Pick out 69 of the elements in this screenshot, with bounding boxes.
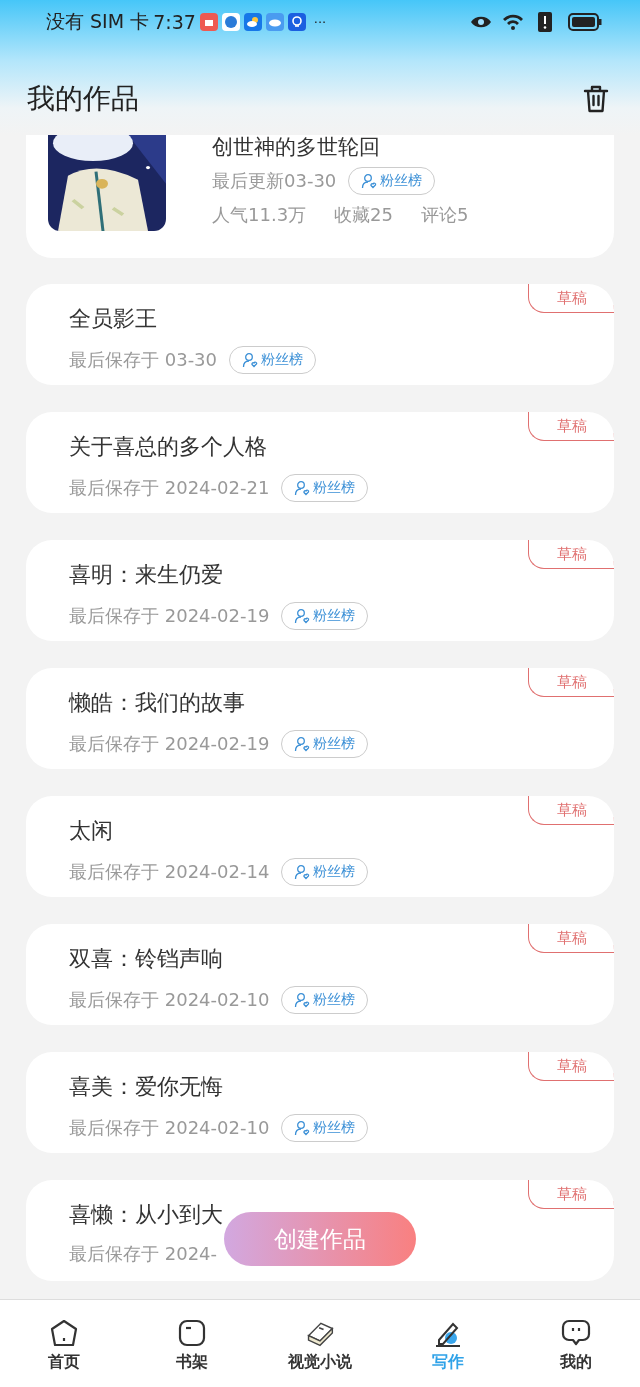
draft-tag: 草稿: [528, 924, 614, 953]
draft-card[interactable]: 草稿 懒皓：我们的故事 最后保存于 2024-02-19 粉丝榜: [26, 668, 614, 769]
draft-tag: 草稿: [528, 796, 614, 825]
draft-tag: 草稿: [528, 1180, 614, 1209]
popularity-count: 人气11.3万: [212, 203, 307, 227]
draft-card[interactable]: 草稿 双喜：铃铛声响 最后保存于 2024-02-10 粉丝榜: [26, 924, 614, 1025]
fans-button[interactable]: 粉丝榜: [348, 167, 436, 195]
work-title: 懒皓：我们的故事: [69, 689, 246, 717]
more-notifications: ···: [313, 14, 327, 30]
fans-button[interactable]: 粉丝榜: [281, 1114, 369, 1142]
trash-icon[interactable]: [582, 83, 610, 115]
save-date: 最后保存于 2024-02-10: [69, 1116, 270, 1140]
weather-icon: [243, 13, 262, 31]
fans-button[interactable]: 粉丝榜: [229, 346, 317, 374]
nav-tab[interactable]: 视觉小说: [265, 1300, 375, 1387]
comments-count: 评论5: [421, 203, 469, 227]
person-icon: [294, 608, 311, 624]
fans-button[interactable]: 粉丝榜: [281, 602, 369, 630]
nav-tab[interactable]: 我的: [521, 1300, 631, 1387]
person-icon: [294, 864, 311, 880]
work-title: 全员影王: [69, 305, 158, 333]
draft-card[interactable]: 草稿 喜美：爱你无悔 最后保存于 2024-02-10 粉丝榜: [26, 1052, 614, 1153]
update-date: 最后更新03-30: [212, 169, 337, 193]
work-title: 喜美：爱你无悔: [69, 1073, 224, 1101]
work-title: 喜懒：从小到大: [69, 1201, 224, 1229]
draft-tag: 草稿: [528, 1052, 614, 1081]
person-icon: [242, 352, 259, 368]
save-date: 最后保存于 03-30: [69, 348, 218, 372]
draft-tag: 草稿: [528, 540, 614, 569]
wifi-icon: [502, 12, 524, 32]
work-title: 喜明：来生仍爱: [69, 561, 224, 589]
save-date: 最后保存于 2024-02-10: [69, 988, 270, 1012]
clock: 7:37: [153, 11, 196, 33]
work-title: 创世神的多世轮回: [212, 135, 381, 159]
save-date: 最后保存于 2024-02-14: [69, 860, 270, 884]
fans-button[interactable]: 粉丝榜: [281, 730, 369, 758]
carrier-text: 没有 SIM 卡: [46, 9, 150, 34]
person-icon: [294, 736, 311, 752]
fans-button[interactable]: 粉丝榜: [281, 986, 369, 1014]
nav-tab[interactable]: 书架: [137, 1300, 247, 1387]
square-icon: [177, 1318, 207, 1348]
draft-card[interactable]: 草稿 关于喜总的多个人格 最后保存于 2024-02-21 粉丝榜: [26, 412, 614, 513]
save-date: 最后保存于 2024-02-19: [69, 604, 270, 628]
work-title: 双喜：铃铛声响: [69, 945, 224, 973]
draft-tag: 草稿: [528, 284, 614, 313]
home-icon: [49, 1318, 79, 1348]
draft-card[interactable]: 草稿 喜明：来生仍爱 最后保存于 2024-02-19 粉丝榜: [26, 540, 614, 641]
person-icon: [294, 480, 311, 496]
nav-tab[interactable]: 首页: [9, 1300, 119, 1387]
cloud-icon: [265, 13, 284, 31]
save-date: 最后保存于 2024-02-19: [69, 732, 270, 756]
draft-tag: 草稿: [528, 412, 614, 441]
person-icon: [294, 1120, 311, 1136]
person-icon: [294, 992, 311, 1008]
person-icon: [361, 173, 378, 189]
save-date: 最后保存于 2024-02-21: [69, 476, 270, 500]
save-date: 最后保存于 2024-: [69, 1242, 218, 1266]
fans-button[interactable]: 粉丝榜: [281, 474, 369, 502]
page-title: 我的作品: [27, 81, 139, 117]
draft-card[interactable]: 草稿 太闲 最后保存于 2024-02-14 粉丝榜: [26, 796, 614, 897]
draft-card[interactable]: 草稿 全员影王 最后保存于 03-30 粉丝榜: [26, 284, 614, 385]
work-title: 太闲: [69, 817, 114, 845]
battery-icon: [568, 13, 602, 31]
work-title: 关于喜总的多个人格: [69, 433, 268, 461]
draft-tag: 草稿: [528, 668, 614, 697]
work-card[interactable]: 创世神的多世轮回 最后更新03-30 粉丝榜 人气11.3万 收藏25 评论5: [26, 135, 614, 258]
fans-button[interactable]: 粉丝榜: [281, 858, 369, 886]
chat-icon: [561, 1318, 591, 1348]
favorites-count: 收藏25: [334, 203, 393, 227]
